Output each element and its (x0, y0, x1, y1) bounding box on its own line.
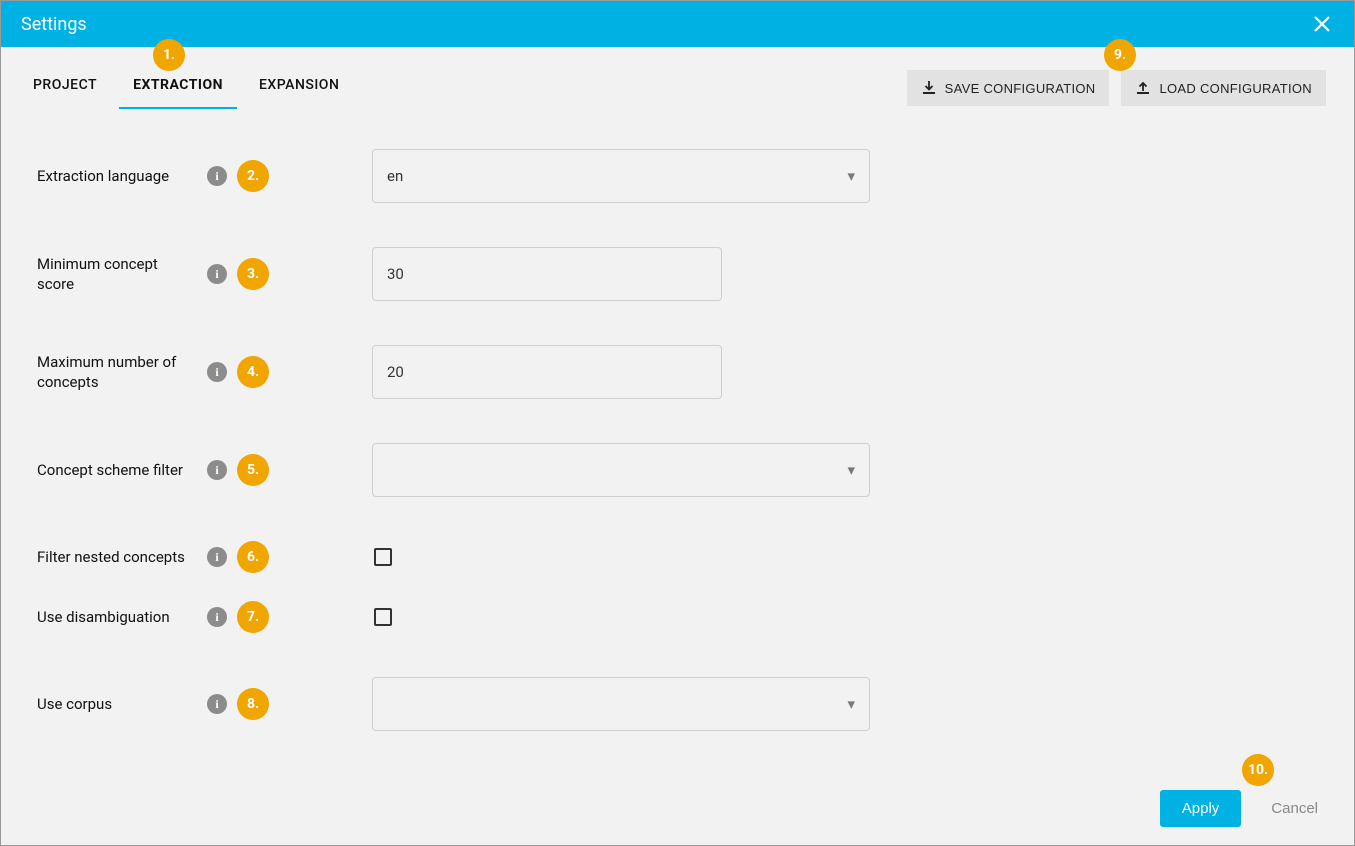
row-filter-nested: Filter nested concepts i 6. (37, 541, 1318, 573)
annotation-marker-10: 10. (1242, 754, 1274, 786)
form-area: Extraction language i 2. en ▾ Minimum co… (1, 109, 1354, 790)
label-filter-nested: Filter nested concepts (37, 547, 197, 567)
close-button[interactable] (1310, 12, 1334, 36)
filter-nested-checkbox[interactable] (374, 548, 392, 566)
chevron-down-icon: ▾ (847, 461, 855, 479)
min-concept-score-value: 30 (387, 265, 404, 283)
load-configuration-label: LOAD CONFIGURATION (1159, 81, 1312, 96)
tab-extraction[interactable]: EXTRACTION (129, 67, 227, 109)
label-min-concept-score: Minimum concept score (37, 254, 197, 295)
chevron-down-icon: ▾ (847, 167, 855, 185)
concept-scheme-filter-select[interactable]: ▾ (372, 443, 870, 497)
use-disambiguation-checkbox[interactable] (374, 608, 392, 626)
max-num-concepts-value: 20 (387, 363, 404, 381)
label-use-disambiguation: Use disambiguation (37, 607, 197, 627)
row-use-corpus: Use corpus i 8. ▾ (37, 677, 1318, 731)
annotation-marker-2: 2. (237, 160, 269, 192)
titlebar: Settings (1, 1, 1354, 47)
save-configuration-label: SAVE CONFIGURATION (945, 81, 1096, 96)
dialog-footer: 10. Apply Cancel (1, 790, 1354, 845)
row-use-disambiguation: Use disambiguation i 7. (37, 601, 1318, 633)
info-icon[interactable]: i (207, 166, 227, 186)
label-max-num-concepts: Maximum number of concepts (37, 352, 197, 393)
annotation-marker-9: 9. (1104, 39, 1136, 71)
label-concept-scheme-filter: Concept scheme filter (37, 460, 197, 480)
label-use-corpus: Use corpus (37, 694, 197, 714)
info-icon[interactable]: i (207, 694, 227, 714)
info-icon[interactable]: i (207, 362, 227, 382)
tabs-row: PROJECT EXTRACTION EXPANSION SAVE CONFIG… (1, 47, 1354, 109)
download-icon (921, 80, 937, 96)
tab-expansion[interactable]: EXPANSION (255, 67, 343, 109)
settings-dialog: Settings PROJECT EXTRACTION EXPANSION SA… (0, 0, 1355, 846)
dialog-title: Settings (21, 14, 87, 35)
info-icon[interactable]: i (207, 264, 227, 284)
annotation-marker-6: 6. (237, 541, 269, 573)
min-concept-score-input[interactable]: 30 (372, 247, 722, 301)
load-configuration-button[interactable]: LOAD CONFIGURATION (1121, 70, 1326, 106)
row-concept-scheme-filter: Concept scheme filter i 5. ▾ (37, 443, 1318, 497)
chevron-down-icon: ▾ (847, 695, 855, 713)
row-max-num-concepts: Maximum number of concepts i 4. 20 (37, 345, 1318, 399)
upload-icon (1135, 80, 1151, 96)
annotation-marker-1: 1. (153, 39, 185, 71)
extraction-language-select[interactable]: en ▾ (372, 149, 870, 203)
annotation-marker-4: 4. (237, 356, 269, 388)
tab-project[interactable]: PROJECT (29, 67, 101, 109)
row-min-concept-score: Minimum concept score i 3. 30 (37, 247, 1318, 301)
info-icon[interactable]: i (207, 460, 227, 480)
use-corpus-select[interactable]: ▾ (372, 677, 870, 731)
info-icon[interactable]: i (207, 547, 227, 567)
label-extraction-language: Extraction language (37, 166, 197, 186)
close-icon (1313, 15, 1331, 33)
annotation-marker-5: 5. (237, 454, 269, 486)
tabs: PROJECT EXTRACTION EXPANSION (29, 67, 343, 109)
row-extraction-language: Extraction language i 2. en ▾ (37, 149, 1318, 203)
extraction-language-value: en (387, 167, 403, 185)
info-icon[interactable]: i (207, 607, 227, 627)
save-configuration-button[interactable]: SAVE CONFIGURATION (907, 70, 1110, 106)
config-buttons: SAVE CONFIGURATION LOAD CONFIGURATION (907, 70, 1326, 106)
annotation-marker-8: 8. (237, 688, 269, 720)
apply-button[interactable]: Apply (1160, 790, 1242, 827)
cancel-button[interactable]: Cancel (1253, 790, 1336, 827)
max-num-concepts-input[interactable]: 20 (372, 345, 722, 399)
annotation-marker-7: 7. (237, 601, 269, 633)
annotation-marker-3: 3. (237, 258, 269, 290)
